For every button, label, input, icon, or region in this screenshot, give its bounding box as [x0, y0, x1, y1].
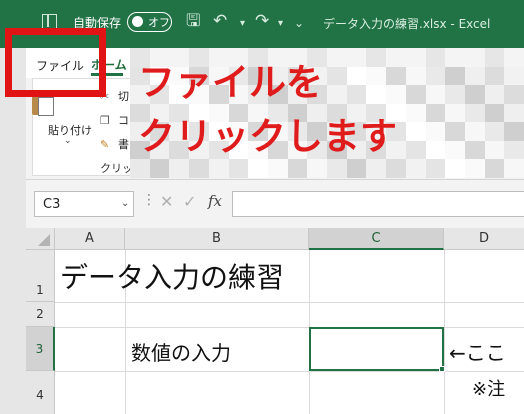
- cell-d4[interactable]: ※注: [472, 375, 505, 401]
- column-header-b[interactable]: B: [125, 228, 309, 250]
- cut-label: 切: [118, 90, 129, 103]
- row-header-1[interactable]: 1: [26, 250, 55, 302]
- callout-line-1: ファイルを: [138, 61, 323, 104]
- function-icon[interactable]: fx: [208, 192, 222, 210]
- document-title: データ入力の練習.xlsx - Excel: [323, 17, 491, 31]
- select-all-button[interactable]: [26, 228, 55, 250]
- excel-window: 自動保存 オフ 🖫 ↶ ▾ ↷ ▾ ⌄ データ入力の練習.xlsx - Exce…: [0, 0, 524, 414]
- formula-input[interactable]: [232, 191, 524, 217]
- window-edge: [0, 48, 26, 414]
- cell-a1[interactable]: データ入力の練習: [60, 256, 284, 296]
- toggle-icon: [132, 16, 143, 27]
- more-icon: ⋮: [142, 192, 156, 208]
- row-header-4[interactable]: 4: [26, 371, 55, 414]
- copy-icon: ❐: [100, 114, 110, 127]
- excel-icon: [42, 14, 57, 29]
- column-header-d[interactable]: D: [444, 228, 524, 250]
- cell-d3[interactable]: ←ここ: [449, 337, 506, 366]
- name-box[interactable]: C3 ⌄: [34, 191, 134, 217]
- gridline: [55, 302, 524, 303]
- row-header-3[interactable]: 3: [26, 327, 55, 371]
- column-header-c[interactable]: C: [309, 228, 444, 250]
- chevron-down-icon[interactable]: ⌄: [64, 136, 72, 146]
- cell-b3[interactable]: 数値の入力: [131, 337, 231, 366]
- redo-dropdown-icon[interactable]: ▾: [278, 13, 283, 35]
- gridline: [444, 250, 445, 414]
- gridline: [55, 371, 524, 372]
- gridline: [55, 327, 524, 328]
- save-icon[interactable]: 🖫: [186, 10, 200, 32]
- undo-dropdown-icon[interactable]: ▾: [240, 13, 245, 35]
- chevron-down-icon[interactable]: ⌄: [121, 198, 129, 209]
- callout-line-2: クリックします: [138, 115, 397, 158]
- row-header-2[interactable]: 2: [26, 302, 55, 327]
- autosave-toggle[interactable]: オフ: [127, 12, 172, 32]
- column-header-a[interactable]: A: [55, 228, 125, 250]
- format-painter-label: 書: [118, 138, 129, 151]
- redo-icon[interactable]: ↷: [255, 10, 269, 32]
- undo-icon[interactable]: ↶: [213, 10, 227, 32]
- enter-icon[interactable]: ✓: [183, 192, 196, 211]
- file-tab-highlight: [5, 28, 106, 97]
- name-box-value: C3: [43, 197, 61, 212]
- fill-handle[interactable]: [439, 366, 445, 372]
- format-painter-button[interactable]: ✎ 書: [100, 136, 129, 152]
- customize-toolbar-icon[interactable]: ⌄: [294, 12, 304, 34]
- cancel-icon[interactable]: ✕: [160, 192, 173, 211]
- format-painter-icon: ✎: [100, 138, 110, 151]
- autosave-state: オフ: [148, 16, 170, 29]
- instruction-callout: ファイルを クリックします: [138, 56, 397, 164]
- select-all-icon: [38, 234, 50, 246]
- active-cell-c3[interactable]: [309, 327, 444, 371]
